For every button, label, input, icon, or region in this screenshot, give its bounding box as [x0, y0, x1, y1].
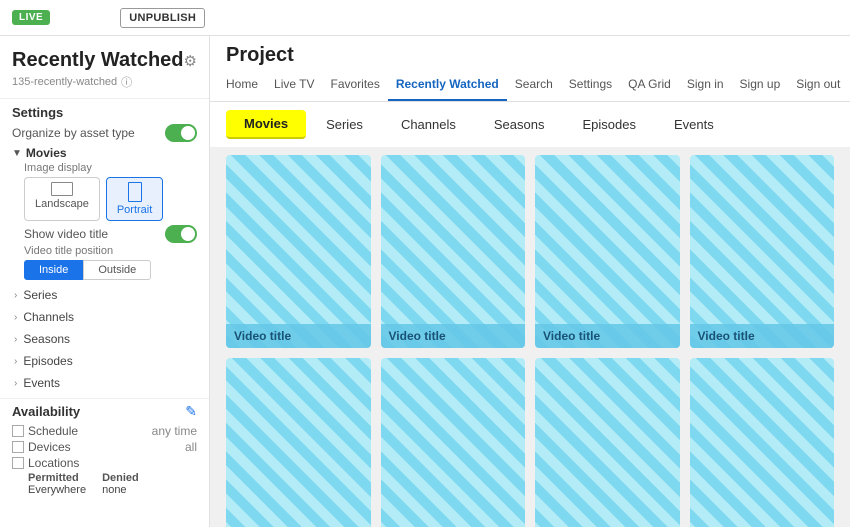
- landscape-icon: [51, 182, 73, 196]
- video-grid: Video title Video title Video title Vide…: [226, 155, 834, 527]
- info-icon: ⓘ: [121, 74, 132, 90]
- chevron-right-icon: ›: [14, 356, 17, 367]
- events-section-item[interactable]: › Events: [0, 372, 209, 394]
- settings-title: Settings: [12, 105, 197, 120]
- nav-item-search[interactable]: Search: [507, 69, 561, 101]
- seasons-section-item[interactable]: › Seasons: [0, 328, 209, 350]
- top-nav: Home Live TV Favorites Recently Watched …: [210, 69, 850, 102]
- grid-item[interactable]: Video title: [690, 155, 835, 348]
- nav-item-settings[interactable]: Settings: [561, 69, 620, 101]
- landscape-option[interactable]: Landscape: [24, 177, 100, 221]
- episodes-section-item[interactable]: › Episodes: [0, 350, 209, 372]
- sidebar: Recently Watched 135-recently-watched ⓘ …: [0, 36, 210, 527]
- grid-container: Video title Video title Video title Vide…: [210, 147, 850, 527]
- series-section-item[interactable]: › Series: [0, 284, 209, 306]
- organize-toggle[interactable]: [165, 124, 197, 142]
- chevron-right-icon: ›: [14, 290, 17, 301]
- tab-events[interactable]: Events: [656, 110, 732, 139]
- grid-item[interactable]: [226, 358, 371, 527]
- denied-value: none: [102, 484, 139, 496]
- devices-icon: [12, 441, 24, 453]
- project-title: Project: [210, 36, 850, 69]
- schedule-value: any time: [152, 424, 197, 438]
- show-video-title-toggle[interactable]: [165, 225, 197, 243]
- devices-value: all: [185, 440, 197, 454]
- nav-item-home[interactable]: Home: [218, 69, 266, 101]
- outside-position-btn[interactable]: Outside: [83, 260, 151, 280]
- movies-section-label: Movies: [26, 146, 67, 160]
- portrait-icon: [128, 182, 142, 202]
- grid-item[interactable]: [535, 358, 680, 527]
- nav-sections: › Series › Channels › Seasons › Episodes…: [0, 284, 209, 394]
- grid-item[interactable]: Video title: [226, 155, 371, 348]
- unpublish-button[interactable]: UNPUBLISH: [120, 8, 205, 28]
- availability-section: Availability ✎ Schedule any time Devices…: [0, 403, 209, 496]
- nav-item-recently-watched[interactable]: Recently Watched: [388, 69, 507, 101]
- locations-icon: [12, 457, 24, 469]
- availability-title: Availability: [12, 404, 80, 419]
- permitted-value: Everywhere: [28, 484, 86, 496]
- video-title-overlay: Video title: [381, 324, 526, 348]
- video-title-overlay: Video title: [226, 324, 371, 348]
- video-title-overlay: Video title: [535, 324, 680, 348]
- live-badge: LIVE: [12, 10, 50, 25]
- channels-section-item[interactable]: › Channels: [0, 306, 209, 328]
- permitted-header: Permitted: [28, 472, 86, 484]
- edit-availability-icon[interactable]: ✎: [185, 403, 197, 420]
- show-video-title-label: Show video title: [24, 227, 108, 241]
- page-heading: Recently Watched: [12, 48, 184, 72]
- tab-seasons[interactable]: Seasons: [476, 110, 563, 139]
- devices-label: Devices: [12, 440, 71, 454]
- grid-item[interactable]: Video title: [535, 155, 680, 348]
- nav-item-favorites[interactable]: Favorites: [322, 69, 387, 101]
- nav-item-live-tv[interactable]: Live TV: [266, 69, 322, 101]
- inside-position-btn[interactable]: Inside: [24, 260, 83, 280]
- nav-item-sign-in[interactable]: Sign in: [679, 69, 732, 101]
- grid-item[interactable]: [381, 358, 526, 527]
- schedule-label: Schedule: [12, 424, 78, 438]
- chevron-right-icon: ›: [14, 334, 17, 345]
- schedule-icon: [12, 425, 24, 437]
- right-content: Project Home Live TV Favorites Recently …: [210, 36, 850, 527]
- nav-item-sign-up[interactable]: Sign up: [732, 69, 789, 101]
- tab-channels[interactable]: Channels: [383, 110, 474, 139]
- image-display-label: Image display: [24, 162, 197, 174]
- chevron-right-icon: ›: [14, 378, 17, 389]
- tab-movies[interactable]: Movies: [226, 110, 306, 139]
- portrait-option[interactable]: Portrait: [106, 177, 163, 221]
- organize-label: Organize by asset type: [12, 126, 135, 140]
- grid-item[interactable]: [690, 358, 835, 527]
- grid-item[interactable]: Video title: [381, 155, 526, 348]
- tabs-bar: Movies Series Channels Seasons Episodes …: [210, 102, 850, 147]
- tab-episodes[interactable]: Episodes: [564, 110, 653, 139]
- gear-icon[interactable]: ⚙: [184, 52, 197, 70]
- tab-series[interactable]: Series: [308, 110, 381, 139]
- chevron-right-icon: ›: [14, 312, 17, 323]
- chevron-down-icon[interactable]: ▼: [12, 148, 22, 159]
- denied-header: Denied: [102, 472, 139, 484]
- page-id: 135-recently-watched: [12, 76, 117, 88]
- locations-label: Locations: [28, 456, 79, 470]
- nav-item-sign-out[interactable]: Sign out: [788, 69, 848, 101]
- video-title-position-label: Video title position: [24, 245, 197, 257]
- nav-item-qa-grid[interactable]: QA Grid: [620, 69, 679, 101]
- settings-section: Settings Organize by asset type ▼ Movies…: [0, 105, 209, 280]
- video-title-overlay: Video title: [690, 324, 835, 348]
